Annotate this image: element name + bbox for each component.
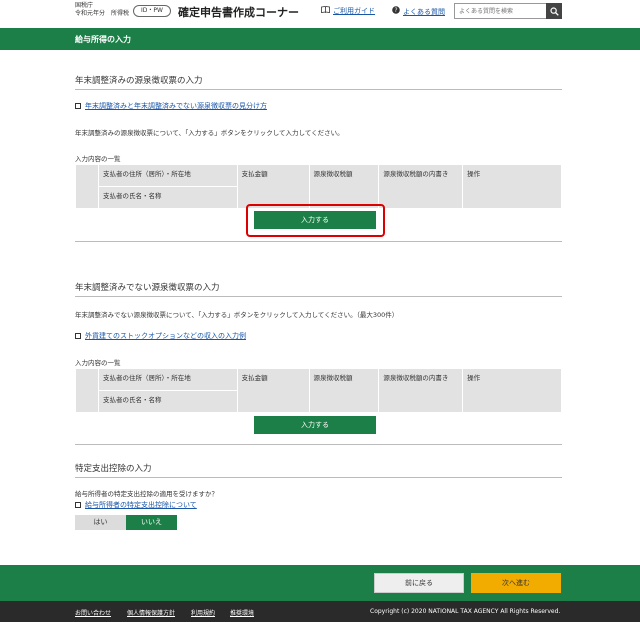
search-icon bbox=[549, 6, 559, 16]
faq-link-label: よくある質問 bbox=[403, 8, 445, 16]
th-withholding-breakdown: 源泉徴収税額の内書き bbox=[378, 164, 464, 209]
adjusted-distinction-link-label: 年末調整済みと年末調整済みでない源泉徴収票の見分け方 bbox=[85, 102, 267, 110]
table-header-row: 支払者の住所（居所）・所在地 支払金額 源泉徴収税額 源泉徴収税額の内書き 操作 bbox=[75, 368, 562, 413]
page-title-band: 給与所得の入力 bbox=[0, 28, 640, 50]
section-divider bbox=[75, 89, 562, 90]
highlight-annotation bbox=[246, 204, 385, 237]
document-icon bbox=[75, 333, 81, 339]
yes-toggle[interactable]: はい bbox=[75, 515, 126, 530]
app-title: 確定申告書作成コーナー bbox=[178, 6, 299, 19]
faq-link[interactable]: ? よくある質問 bbox=[392, 6, 445, 17]
guide-link-label: ご利用ガイド bbox=[333, 7, 375, 15]
search-button[interactable] bbox=[546, 3, 562, 19]
next-button[interactable]: 次へ進む bbox=[471, 573, 561, 593]
document-icon bbox=[75, 502, 81, 508]
footer-link-contact[interactable]: お問い合わせ bbox=[75, 608, 111, 617]
unadjusted-enter-button[interactable]: 入力する bbox=[254, 416, 376, 434]
th-withholding: 源泉徴収税額 bbox=[308, 164, 380, 209]
th-operation: 操作 bbox=[462, 368, 562, 413]
footer-link-environment[interactable]: 推奨環境 bbox=[230, 608, 254, 617]
no-toggle[interactable]: いいえ bbox=[126, 515, 177, 530]
th-payer-name: 支払者の氏名・名称 bbox=[97, 390, 238, 413]
unadjusted-instruction: 年末調整済みでない源泉徴収票について、「入力する」ボタンをクリックして入力してく… bbox=[75, 311, 399, 319]
back-button[interactable]: 前に戻る bbox=[374, 573, 464, 593]
specific-deduction-link-label: 給与所得者の特定支出控除について bbox=[85, 501, 197, 509]
stock-option-example-link[interactable]: 外貨建てのストックオプションなどの収入の入力例 bbox=[75, 331, 246, 341]
question-circle-icon: ? bbox=[392, 6, 400, 16]
unadjusted-list-label: 入力内容の一覧 bbox=[75, 359, 121, 367]
adjusted-list-table: 支払者の住所（居所）・所在地 支払金額 源泉徴収税額 源泉徴収税額の内書き 操作… bbox=[75, 164, 562, 209]
footer-link-terms[interactable]: 利用規約 bbox=[191, 608, 215, 617]
header: 国税庁 令和元年分 所得税 ID・PW 確定申告書作成コーナー ご利用ガイド ?… bbox=[0, 0, 640, 28]
adjusted-instruction: 年末調整済みの源泉徴収票について、「入力する」ボタンをクリックして入力してくださ… bbox=[75, 129, 344, 137]
section-divider bbox=[75, 444, 562, 445]
book-icon bbox=[321, 6, 330, 15]
adjusted-distinction-link[interactable]: 年末調整済みと年末調整済みでない源泉徴収票の見分け方 bbox=[75, 101, 267, 111]
th-payer-name: 支払者の氏名・名称 bbox=[97, 186, 238, 209]
th-payer-address: 支払者の住所（居所）・所在地 bbox=[97, 368, 238, 391]
th-amount: 支払金額 bbox=[236, 164, 310, 209]
section-unadjusted-title: 年末調整済みでない源泉徴収票の入力 bbox=[75, 283, 220, 293]
th-operation: 操作 bbox=[462, 164, 562, 209]
svg-text:?: ? bbox=[394, 7, 397, 14]
section-specific-deduction-title: 特定支出控除の入力 bbox=[75, 464, 152, 474]
specific-deduction-question: 給与所得者の特定支出控除の適用を受けますか？ bbox=[75, 490, 218, 498]
section-adjusted-title: 年末調整済みの源泉徴収票の入力 bbox=[75, 76, 203, 86]
section-divider bbox=[75, 477, 562, 478]
th-withholding-breakdown: 源泉徴収税額の内書き bbox=[378, 368, 464, 413]
table-header-row: 支払者の住所（居所）・所在地 支払金額 源泉徴収税額 源泉徴収税額の内書き 操作 bbox=[75, 164, 562, 209]
th-withholding: 源泉徴収税額 bbox=[308, 368, 380, 413]
agency-logo[interactable]: 国税庁 令和元年分 所得税 bbox=[75, 2, 129, 18]
specific-deduction-link[interactable]: 給与所得者の特定支出控除について bbox=[75, 500, 197, 510]
stock-option-example-link-label: 外貨建てのストックオプションなどの収入の入力例 bbox=[85, 332, 246, 340]
agency-name: 国税庁 bbox=[75, 2, 94, 9]
page-title: 給与所得の入力 bbox=[75, 35, 131, 44]
table-header-index bbox=[75, 368, 99, 413]
adjusted-list-label: 入力内容の一覧 bbox=[75, 155, 121, 163]
th-amount: 支払金額 bbox=[236, 368, 310, 413]
th-payer-address: 支払者の住所（居所）・所在地 bbox=[97, 164, 238, 187]
faq-search-input[interactable] bbox=[454, 3, 547, 19]
footer-link-privacy[interactable]: 個人情報保護方針 bbox=[127, 608, 175, 617]
unadjusted-list-table: 支払者の住所（居所）・所在地 支払金額 源泉徴収税額 源泉徴収税額の内書き 操作… bbox=[75, 368, 562, 413]
tax-year: 令和元年分 所得税 bbox=[75, 10, 130, 17]
guide-link[interactable]: ご利用ガイド bbox=[321, 6, 375, 16]
table-header-index bbox=[75, 164, 99, 209]
section-divider bbox=[75, 296, 562, 297]
section-divider bbox=[75, 241, 562, 242]
document-icon bbox=[75, 103, 81, 109]
idpw-badge: ID・PW bbox=[133, 5, 171, 17]
copyright: Copyright (c) 2020 NATIONAL TAX AGENCY A… bbox=[370, 608, 561, 615]
